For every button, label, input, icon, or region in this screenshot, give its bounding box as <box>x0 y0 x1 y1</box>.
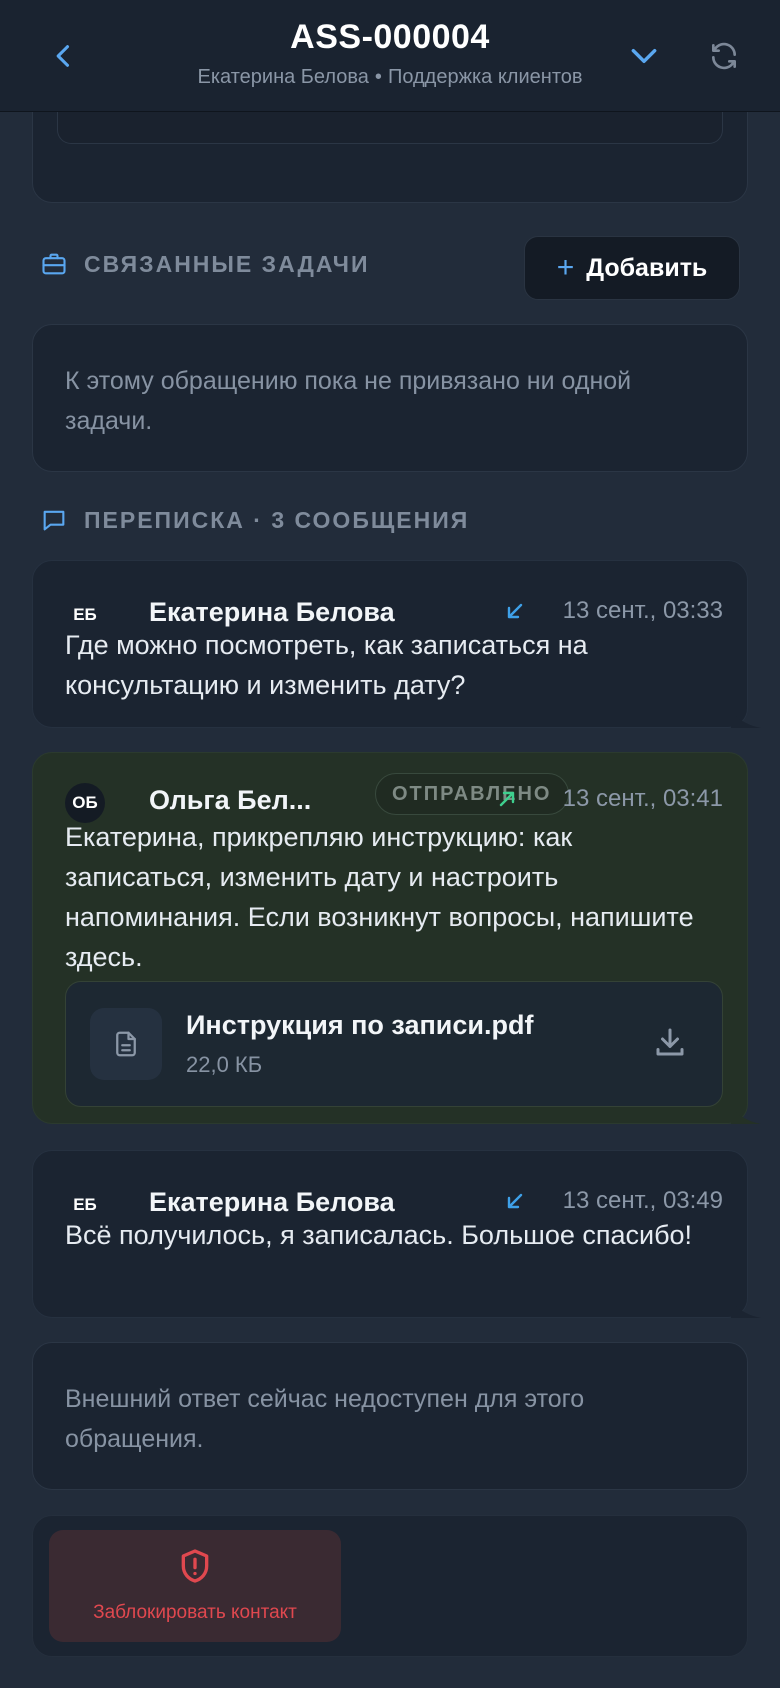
message-incoming: ЕБ Екатерина Белова 13 сент., 03:49 Всё … <box>32 1150 761 1318</box>
message-time: 13 сент., 03:33 <box>562 597 723 624</box>
related-tasks-heading: СВЯЗАННЫЕ ЗАДАЧИ <box>40 250 369 278</box>
related-tasks-label: СВЯЗАННЫЕ ЗАДАЧИ <box>84 250 370 277</box>
briefcase-icon <box>42 253 66 275</box>
download-icon[interactable] <box>652 1024 688 1060</box>
conversation-label: ПЕРЕПИСКА · 3 СООБЩЕНИЯ <box>84 506 470 533</box>
message-outgoing: ОБ Ольга Бел... ОТПРАВЛЕНО 13 сент., 03:… <box>32 752 761 1124</box>
shield-alert-icon <box>181 1549 209 1583</box>
reply-unavailable-card: Внешний ответ сейчас недоступен для этог… <box>32 1342 748 1490</box>
bubble-tail <box>731 1108 761 1124</box>
block-contact-label: Заблокировать контакт <box>93 1602 297 1623</box>
related-tasks-empty-text: К этому обращению пока не привязано ни о… <box>65 367 632 435</box>
contact-actions-card: Заблокировать контакт <box>32 1515 748 1657</box>
status-badge: ОТПРАВЛЕНО <box>375 773 569 815</box>
message-time: 13 сент., 03:41 <box>562 785 723 812</box>
file-icon-box <box>90 1008 162 1080</box>
refresh-icon <box>712 42 736 70</box>
contact-name: Екатерина Белова <box>197 66 369 88</box>
expand-button[interactable] <box>616 28 672 84</box>
subtitle-separator: • <box>374 66 382 88</box>
refresh-button[interactable] <box>696 28 752 84</box>
reply-unavailable-text: Внешний ответ сейчас недоступен для этог… <box>65 1385 585 1453</box>
message-sender: Екатерина Белова <box>149 1187 395 1217</box>
plus-icon: + <box>556 251 575 284</box>
incoming-arrow-icon <box>507 1193 523 1209</box>
chevron-down-icon <box>631 48 657 64</box>
bubble-tail <box>731 712 761 728</box>
add-task-label: Добавить <box>586 253 708 282</box>
message-text: Всё получилось, я записалась. Большое сп… <box>65 1220 693 1250</box>
add-task-button[interactable]: + Добавить <box>524 236 740 300</box>
message-incoming: ЕБ Екатерина Белова 13 сент., 03:33 Где … <box>32 560 761 728</box>
message-text: Екатерина, прикрепляю инструкцию: как за… <box>65 822 694 972</box>
chat-bubble-icon <box>43 510 65 531</box>
attachment-card[interactable]: Инструкция по записи.pdf 22,0 КБ <box>65 981 723 1107</box>
message-time: 13 сент., 03:49 <box>562 1187 723 1214</box>
conversation-heading: ПЕРЕПИСКА · 3 СООБЩЕНИЯ <box>40 506 469 534</box>
block-contact-button[interactable]: Заблокировать контакт <box>49 1530 341 1642</box>
incoming-arrow-icon <box>507 603 523 619</box>
app-header: ASS-000004 Екатерина Белова • Поддержка кл… <box>0 0 780 112</box>
attachment-size: 22,0 КБ <box>186 1052 263 1077</box>
related-tasks-empty-card: К этому обращению пока не привязано ни о… <box>32 324 748 472</box>
attachment-name: Инструкция по записи.pdf <box>186 1010 534 1040</box>
document-icon <box>116 1031 136 1057</box>
message-text: Где можно посмотреть, как записаться на … <box>65 630 588 700</box>
message-sender: Екатерина Белова <box>149 597 395 627</box>
bubble-tail <box>731 1302 761 1318</box>
message-sender: Ольга Бел... <box>149 785 312 815</box>
team-name: Поддержка клиентов <box>387 66 583 88</box>
outgoing-arrow-icon <box>499 791 515 807</box>
ticket-detail-page: ASS-000004 Екатерина Белова • Поддержка кл… <box>0 0 780 1688</box>
